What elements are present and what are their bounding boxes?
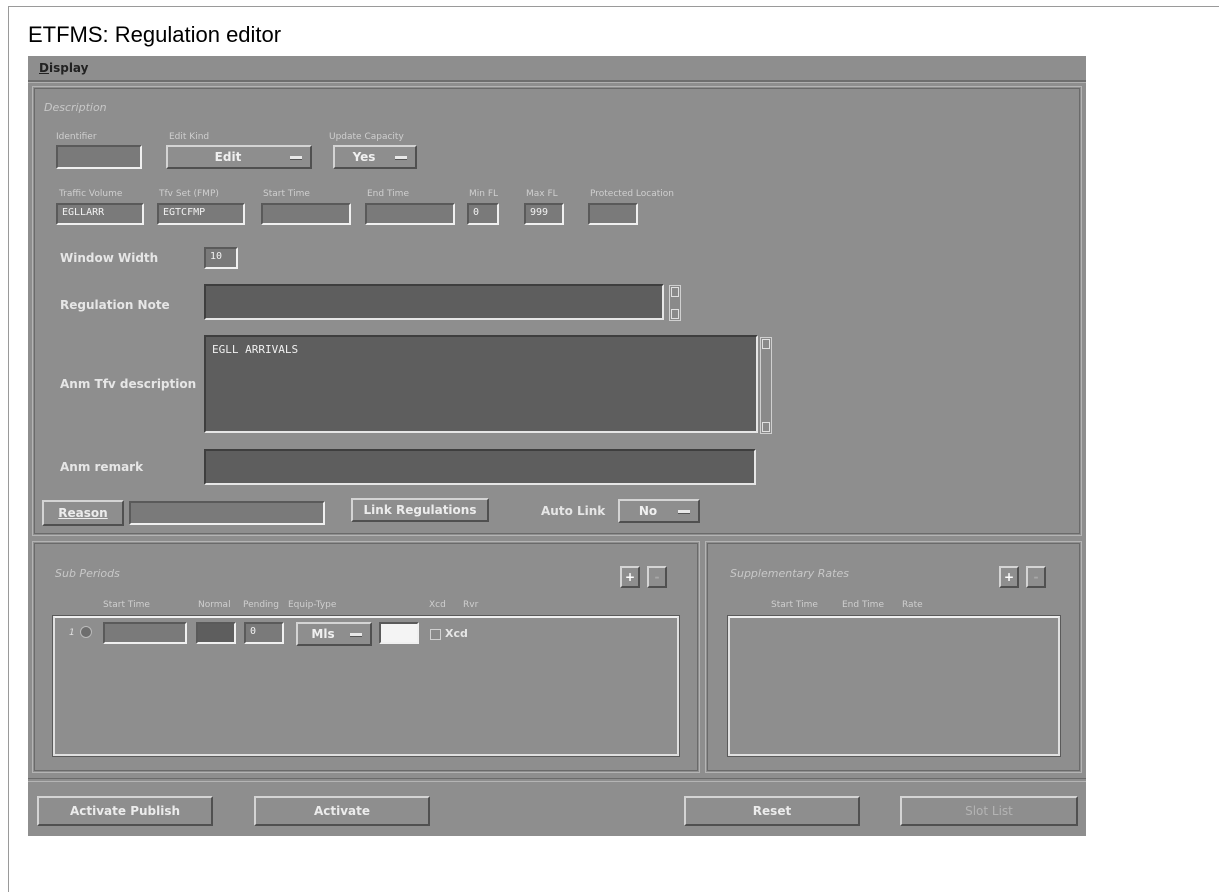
window-width-field[interactable]: 10 [204, 247, 238, 269]
scroll-up-icon[interactable] [671, 287, 679, 297]
activate-button[interactable]: Activate [254, 796, 430, 826]
xcd-checkbox-label: Xcd [445, 627, 468, 640]
edit-kind-select[interactable]: Edit [166, 145, 312, 169]
supplementary-rates-section-title: Supplementary Rates [730, 567, 849, 580]
column-header: End Time [842, 600, 884, 610]
regulation-editor: Display Description Identifier Edit Kind… [28, 56, 1086, 836]
protected-location-field[interactable] [588, 203, 638, 225]
sub-periods-list: 1 0 Mls Xcd [52, 615, 680, 757]
sub-period-pending-field[interactable]: 0 [244, 622, 284, 644]
identifier-label: Identifier [56, 132, 97, 142]
column-header: Equip-Type [288, 600, 337, 610]
option-menu-icon [395, 156, 407, 160]
slot-list-button[interactable]: Slot List [900, 796, 1078, 826]
sub-period-start-time-field[interactable] [103, 622, 187, 644]
column-header: Start Time [771, 600, 818, 610]
supplementary-rates-list [727, 615, 1061, 757]
add-supplementary-rate-button[interactable]: + [999, 566, 1019, 588]
remove-sub-period-button[interactable]: - [647, 566, 667, 588]
update-capacity-value: Yes [352, 150, 376, 164]
column-header: Start Time [103, 600, 150, 610]
equip-type-select[interactable]: Mls [296, 622, 372, 646]
identifier-field[interactable] [56, 145, 142, 169]
reset-button[interactable]: Reset [684, 796, 860, 826]
auto-link-label: Auto Link [541, 504, 606, 518]
auto-link-value: No [638, 504, 658, 518]
start-time-field[interactable] [261, 203, 351, 225]
option-menu-icon [350, 633, 362, 637]
end-time-field[interactable] [365, 203, 455, 225]
tfv-set-label: Tfv Set (FMP) [159, 189, 219, 199]
sub-period-normal-field[interactable] [196, 622, 236, 644]
footer-divider [28, 778, 1086, 782]
link-regulations-button[interactable]: Link Regulations [351, 498, 489, 522]
anm-tfv-description-scrollbar[interactable] [760, 337, 772, 434]
update-capacity-label: Update Capacity [329, 132, 404, 142]
rvr-field[interactable] [379, 622, 419, 644]
max-fl-label: Max FL [526, 189, 558, 199]
end-time-label: End Time [367, 189, 409, 199]
sub-periods-section-title: Sub Periods [55, 567, 120, 580]
anm-remark-label: Anm remark [60, 460, 144, 474]
activate-publish-button[interactable]: Activate Publish [37, 796, 213, 826]
supplementary-rates-panel: Supplementary Rates + - Start Time End T… [705, 541, 1082, 773]
reason-field[interactable] [129, 501, 325, 525]
window-width-label: Window Width [60, 251, 159, 265]
description-section-title: Description [44, 101, 107, 114]
column-header: Normal [198, 600, 231, 610]
min-fl-field[interactable]: 0 [467, 203, 499, 225]
regulation-note-field[interactable] [204, 284, 664, 320]
description-panel: Description Identifier Edit Kind Edit Up… [32, 86, 1082, 536]
auto-link-select[interactable]: No [618, 499, 700, 523]
regulation-note-label: Regulation Note [60, 298, 170, 312]
row-index: 1 [69, 628, 75, 638]
min-fl-label: Min FL [469, 189, 499, 199]
window-title: ETFMS: Regulation editor [28, 22, 282, 47]
option-menu-icon [290, 156, 302, 160]
scroll-up-icon[interactable] [762, 339, 770, 349]
anm-tfv-description-label: Anm Tfv description [60, 377, 197, 391]
xcd-checkbox[interactable] [430, 629, 441, 640]
anm-tfv-description-field[interactable]: EGLL ARRIVALS [204, 335, 758, 433]
remove-supplementary-rate-button[interactable]: - [1026, 566, 1046, 588]
update-capacity-select[interactable]: Yes [333, 145, 417, 169]
start-time-label: Start Time [263, 189, 310, 199]
anm-remark-field[interactable] [204, 449, 756, 485]
column-header: Pending [243, 600, 279, 610]
menu-display[interactable]: Display [39, 61, 88, 75]
edit-kind-value: Edit [214, 150, 242, 164]
reason-button[interactable]: Reason [42, 500, 124, 526]
traffic-volume-field[interactable]: EGLLARR [56, 203, 144, 225]
column-header: Rvr [463, 600, 479, 610]
equip-type-value: Mls [311, 627, 335, 641]
scroll-down-icon[interactable] [671, 309, 679, 319]
sub-periods-panel: Sub Periods + - Start Time Normal Pendin… [32, 541, 700, 773]
scroll-down-icon[interactable] [762, 422, 770, 432]
tfv-set-field[interactable]: EGTCFMP [157, 203, 245, 225]
regulation-note-scrollbar[interactable] [669, 285, 681, 321]
column-header: Rate [902, 600, 923, 610]
traffic-volume-label: Traffic Volume [59, 189, 123, 199]
add-sub-period-button[interactable]: + [620, 566, 640, 588]
protected-location-label: Protected Location [590, 189, 674, 199]
edit-kind-label: Edit Kind [169, 132, 210, 142]
max-fl-field[interactable]: 999 [524, 203, 564, 225]
option-menu-icon [678, 510, 690, 514]
menu-bar: Display [28, 56, 1086, 82]
column-header: Xcd [429, 600, 446, 610]
row-status-indicator-icon[interactable] [80, 626, 92, 638]
